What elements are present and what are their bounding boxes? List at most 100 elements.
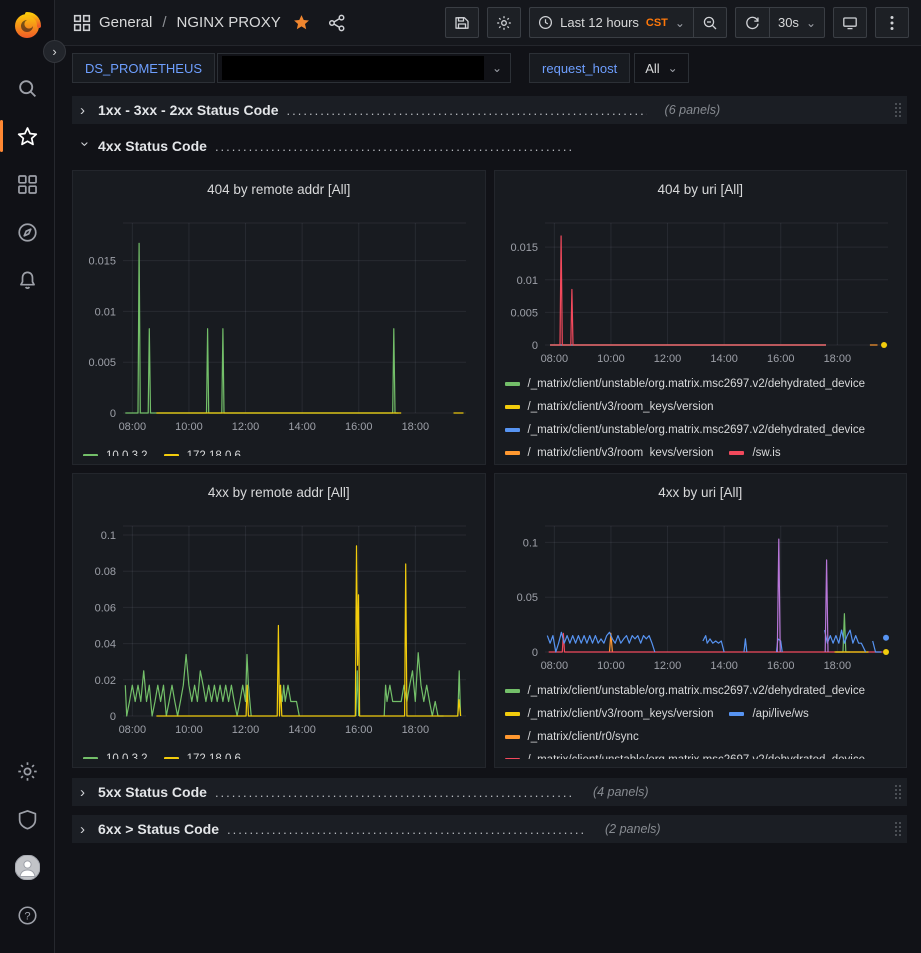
chevron-down-icon: ⌄ bbox=[675, 16, 685, 30]
chart-404-by-remote-addr[interactable]: 00.0050.010.01508:0010:0012:0014:0016:00… bbox=[83, 217, 476, 433]
panel-legend: /_matrix/client/unstable/org.matrix.msc2… bbox=[505, 374, 897, 456]
panel-title[interactable]: 4xx by remote addr [All] bbox=[83, 482, 475, 504]
legend-series-label: /api/live/ws bbox=[752, 708, 808, 720]
svg-text:0.015: 0.015 bbox=[510, 242, 538, 254]
svg-text:0.005: 0.005 bbox=[510, 307, 538, 319]
variable-ds-prometheus-label[interactable]: DS_PROMETHEUS bbox=[72, 53, 215, 83]
svg-text:14:00: 14:00 bbox=[288, 724, 316, 736]
favorite-star-icon[interactable] bbox=[293, 14, 310, 31]
sidebar-item-starred[interactable] bbox=[0, 112, 55, 160]
search-icon bbox=[17, 78, 38, 99]
sidebar-item-server-admin[interactable] bbox=[0, 795, 55, 843]
dashboard-canvas: › 1xx - 3xx - 2xx Status Code ..........… bbox=[55, 90, 921, 953]
clock-icon bbox=[538, 15, 553, 30]
sidebar-item-configuration[interactable] bbox=[0, 747, 55, 795]
legend-series-label: /_matrix/client/unstable/org.matrix.msc2… bbox=[528, 754, 866, 760]
legend-series-label: 172.18.0.6 bbox=[187, 450, 241, 457]
more-options-kebab-button[interactable] bbox=[875, 7, 909, 38]
breadcrumb-dashboard-title[interactable]: NGINX PROXY bbox=[177, 14, 281, 31]
svg-text:0: 0 bbox=[531, 340, 537, 352]
chart-wrap: 00.020.040.060.080.108:0010:0012:0014:00… bbox=[83, 520, 475, 741]
svg-text:0.015: 0.015 bbox=[88, 256, 116, 268]
row-header-4xx[interactable]: › 4xx Status Code ......................… bbox=[72, 132, 907, 160]
row-title-dots: ........................................… bbox=[287, 103, 647, 118]
chevron-right-icon: › bbox=[80, 784, 90, 801]
legend-item[interactable]: 172.18.0.6 bbox=[164, 446, 241, 456]
sidebar-expand-button[interactable]: › bbox=[43, 40, 66, 63]
legend-series-label: 10.0.3.2 bbox=[106, 450, 148, 457]
legend-item[interactable]: /api/live/ws bbox=[729, 704, 808, 723]
legend-item[interactable]: /_matrix/client/unstable/org.matrix.msc2… bbox=[505, 374, 866, 393]
svg-text:0.1: 0.1 bbox=[522, 537, 537, 549]
chart-404-by-uri[interactable]: 00.0050.010.01508:0010:0012:0014:0016:00… bbox=[505, 217, 898, 365]
legend-item[interactable]: /_matrix/client/v3/room_keys/version bbox=[505, 704, 714, 723]
legend-item[interactable]: /sw.js bbox=[729, 443, 780, 456]
breadcrumb: General / NGINX PROXY bbox=[73, 14, 346, 32]
sidebar-item-dashboards[interactable] bbox=[0, 160, 55, 208]
legend-series-color-dash bbox=[164, 757, 179, 760]
sidebar-item-alerting[interactable] bbox=[0, 256, 55, 304]
refresh-interval-picker[interactable]: 30s ⌄ bbox=[769, 7, 825, 38]
panel-title[interactable]: 4xx by uri [All] bbox=[505, 482, 897, 504]
variable-request-host-label[interactable]: request_host bbox=[529, 53, 630, 83]
save-dashboard-button[interactable] bbox=[445, 7, 479, 38]
row-drag-handle[interactable] bbox=[895, 822, 901, 836]
legend-item[interactable]: /_matrix/client/r0/sync bbox=[505, 727, 639, 746]
breadcrumb-section[interactable]: General bbox=[99, 14, 152, 31]
row-panel-count: (4 panels) bbox=[593, 785, 649, 799]
user-avatar bbox=[15, 855, 40, 880]
legend-series-color-dash bbox=[729, 712, 744, 716]
row-header-6xx[interactable]: › 6xx > Status Code ....................… bbox=[72, 815, 907, 843]
legend-series-label: /_matrix/client/unstable/org.matrix.msc2… bbox=[528, 424, 866, 436]
row-title: 1xx - 3xx - 2xx Status Code bbox=[98, 102, 279, 118]
legend-item[interactable]: /_matrix/client/v3/room_keys/version bbox=[505, 397, 714, 416]
row-title: 6xx > Status Code bbox=[98, 821, 219, 837]
zoom-out-time-button[interactable] bbox=[693, 7, 727, 38]
grafana-logo-icon[interactable] bbox=[10, 8, 44, 42]
toolbar: Last 12 hours CST ⌄ bbox=[445, 7, 909, 38]
legend-item[interactable]: /_matrix/client/unstable/org.matrix.msc2… bbox=[505, 420, 866, 439]
apps-grid-icon bbox=[17, 174, 38, 195]
legend-series-color-dash bbox=[505, 451, 520, 455]
time-range-picker[interactable]: Last 12 hours CST ⌄ bbox=[529, 7, 693, 38]
svg-text:0.04: 0.04 bbox=[95, 639, 116, 651]
svg-text:14:00: 14:00 bbox=[710, 660, 738, 672]
row-header-1xx-3xx-2xx[interactable]: › 1xx - 3xx - 2xx Status Code ..........… bbox=[72, 96, 907, 124]
svg-text:0.01: 0.01 bbox=[95, 306, 116, 318]
legend-series-color-dash bbox=[729, 451, 744, 455]
legend-item[interactable]: /_matrix/client/unstable/org.matrix.msc2… bbox=[505, 750, 866, 759]
panel-title[interactable]: 404 by remote addr [All] bbox=[83, 179, 475, 201]
dashboard-settings-button[interactable] bbox=[487, 7, 521, 38]
variable-request-host-value-dropdown[interactable]: All ⌄ bbox=[634, 53, 689, 83]
sidebar-item-help[interactable]: ? bbox=[0, 891, 55, 939]
panel-404-by-remote-addr: 404 by remote addr [All] 00.0050.010.015… bbox=[72, 170, 486, 465]
legend-series-color-dash bbox=[505, 428, 520, 432]
sidebar-item-explore[interactable] bbox=[0, 208, 55, 256]
legend-item[interactable]: /_matrix/client/unstable/org.matrix.msc2… bbox=[505, 681, 866, 700]
chart-4xx-by-uri[interactable]: 00.050.108:0010:0012:0014:0016:0018:00 bbox=[505, 520, 898, 672]
sidebar-item-profile[interactable] bbox=[0, 843, 55, 891]
panel-title[interactable]: 404 by uri [All] bbox=[505, 179, 897, 201]
chevron-right-icon: › bbox=[80, 821, 90, 838]
legend-series-label: /_matrix/client/v3/room_keys/version bbox=[528, 401, 714, 413]
legend-item[interactable]: 172.18.0.6 bbox=[164, 749, 241, 759]
legend-item[interactable]: /_matrix/client/v3/room_keys/version bbox=[505, 443, 714, 456]
tv-kiosk-mode-button[interactable] bbox=[833, 7, 867, 38]
row-drag-handle[interactable] bbox=[895, 785, 901, 799]
compass-icon bbox=[17, 222, 38, 243]
chevron-down-icon: ⌄ bbox=[806, 16, 816, 30]
refresh-dashboard-button[interactable] bbox=[735, 7, 769, 38]
share-icon[interactable] bbox=[328, 14, 346, 32]
help-icon: ? bbox=[17, 905, 38, 926]
legend-item[interactable]: 10.0.3.2 bbox=[83, 446, 148, 456]
top-navigation-bar: General / NGINX PROXY bbox=[55, 0, 921, 46]
row-drag-handle[interactable] bbox=[895, 103, 901, 117]
row-header-5xx[interactable]: › 5xx Status Code ......................… bbox=[72, 778, 907, 806]
bell-icon bbox=[17, 270, 38, 291]
sidebar-item-search[interactable] bbox=[0, 64, 55, 112]
svg-text:0.08: 0.08 bbox=[95, 566, 116, 578]
variable-ds-prometheus-value-dropdown[interactable]: ⌄ bbox=[217, 53, 511, 83]
chart-4xx-by-remote-addr[interactable]: 00.020.040.060.080.108:0010:0012:0014:00… bbox=[83, 520, 476, 736]
legend-item[interactable]: 10.0.3.2 bbox=[83, 749, 148, 759]
legend-series-color-dash bbox=[83, 757, 98, 760]
